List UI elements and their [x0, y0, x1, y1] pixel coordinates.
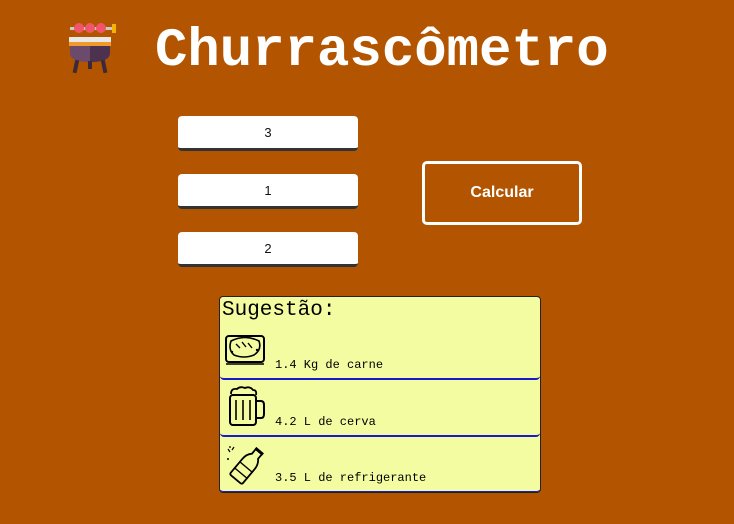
meat-icon: [225, 335, 265, 365]
result-panel: Sugestão: 1.4 Kg de carne 4.2 L de cerva: [219, 296, 541, 493]
result-item-soda: 3.5 L de refrigerante: [220, 437, 540, 492]
calculate-button[interactable]: Calcular: [422, 161, 582, 225]
result-title: Sugestão:: [222, 299, 336, 322]
page: Churrascômetro Calcular Sugestão: 1.4 Kg…: [0, 0, 734, 524]
page-title: Churrascômetro: [155, 21, 609, 82]
beer-amount: 4.2 L de cerva: [275, 415, 376, 429]
adults-input[interactable]: [178, 116, 358, 151]
soda-amount: 3.5 L de refrigerante: [275, 471, 427, 485]
kids-input[interactable]: [178, 174, 358, 209]
soda-bottle-icon: [227, 446, 264, 485]
duration-input[interactable]: [178, 232, 358, 267]
result-item-meat: 1.4 Kg de carne: [220, 324, 540, 380]
result-item-beer: 4.2 L de cerva: [220, 380, 540, 437]
grill-icon: [69, 23, 116, 74]
beer-mug-icon: [229, 386, 265, 426]
meat-amount: 1.4 Kg de carne: [275, 358, 384, 372]
